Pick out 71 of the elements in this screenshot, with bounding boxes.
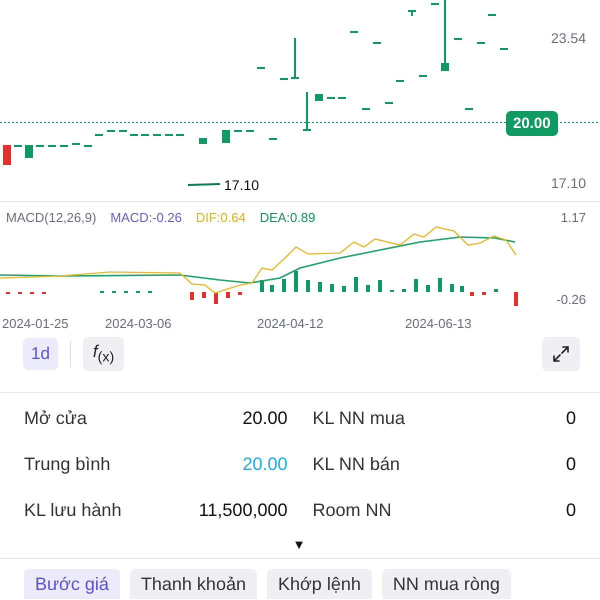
stat-value: 11,500,000 [198,499,288,522]
histogram-bar [470,292,474,296]
date-label: 2024-03-06 [105,316,172,331]
histogram-bar [202,292,206,298]
histogram-bar [282,279,286,292]
candle [303,92,311,131]
histogram-bar [378,280,382,292]
histogram-bar [414,279,418,292]
histogram-bar [260,280,264,292]
stat-label: KL lưu hành [24,499,122,522]
date-label: 2024-01-25 [2,316,68,331]
axis-label: -0.26 [556,292,586,307]
stat-label: Mở cửa [24,407,87,430]
axis-label: 1.17 [560,210,586,225]
histogram-bar [226,292,230,298]
histogram-bar [366,285,370,292]
macd-value: MACD:-0.26 [110,210,182,225]
dif-value: DIF:0.64 [196,210,246,225]
tab[interactable]: Khớp lệnh [266,569,372,599]
axis-label: 17.10 [550,175,586,191]
histogram-bar [294,271,298,292]
stat-label: KL NN mua [312,407,405,430]
histogram-bar [318,282,322,292]
histogram-bar [426,285,430,292]
histogram-bar [354,277,358,292]
histogram-bar [450,284,454,292]
histogram-bar [214,292,218,304]
candle [408,10,416,16]
indicator-button[interactable]: f$_{(x)}$ [82,337,124,371]
histogram-bar [460,286,464,292]
date-label: 2024-04-12 [257,316,324,331]
stat-value: 0 [566,499,576,522]
date-label: 2024-06-13 [405,316,472,331]
fullscreen-button[interactable] [542,337,580,371]
tab[interactable]: Bước giá [24,569,120,599]
expand-icon [552,345,570,363]
histogram-bar [494,289,498,292]
indicator-label: MACD(12,26,9) [6,210,96,225]
last-price-badge: 20.00 [506,111,558,136]
candle [3,145,11,165]
stat-value: 20.00 [242,453,288,476]
histogram-bar [306,280,310,292]
stat-value: 0 [566,453,576,476]
candle [222,130,230,143]
histogram-bar [402,289,406,292]
histogram-bar [270,285,274,292]
interval-button[interactable]: 1d [23,338,58,370]
expand-toggle[interactable]: ▼ [292,537,306,552]
candle [441,0,449,71]
low-marker-line [188,183,220,186]
histogram-bar [330,284,334,292]
histogram-bar [190,292,194,300]
stat-value: 20.00 [242,407,288,430]
stat-label: KL NN bán [312,453,400,476]
histogram-bar [238,292,242,295]
candle [291,38,299,79]
histogram-bar [438,278,442,292]
tab[interactable]: NN mua ròng [382,569,511,599]
stat-value: 0 [566,407,576,430]
low-price-label: 17.10 [224,177,260,193]
candle [199,138,207,144]
axis-label: 23.54 [550,30,586,46]
tab[interactable]: Thanh khoản [130,569,257,599]
histogram-bar [342,286,346,292]
stat-label: Room NN [312,499,392,522]
dea-value: DEA:0.89 [260,210,316,225]
candle [315,94,323,101]
histogram-bar [482,292,486,295]
candle [25,145,33,158]
histogram-bar [514,292,518,306]
stat-label: Trung bình [24,453,110,476]
